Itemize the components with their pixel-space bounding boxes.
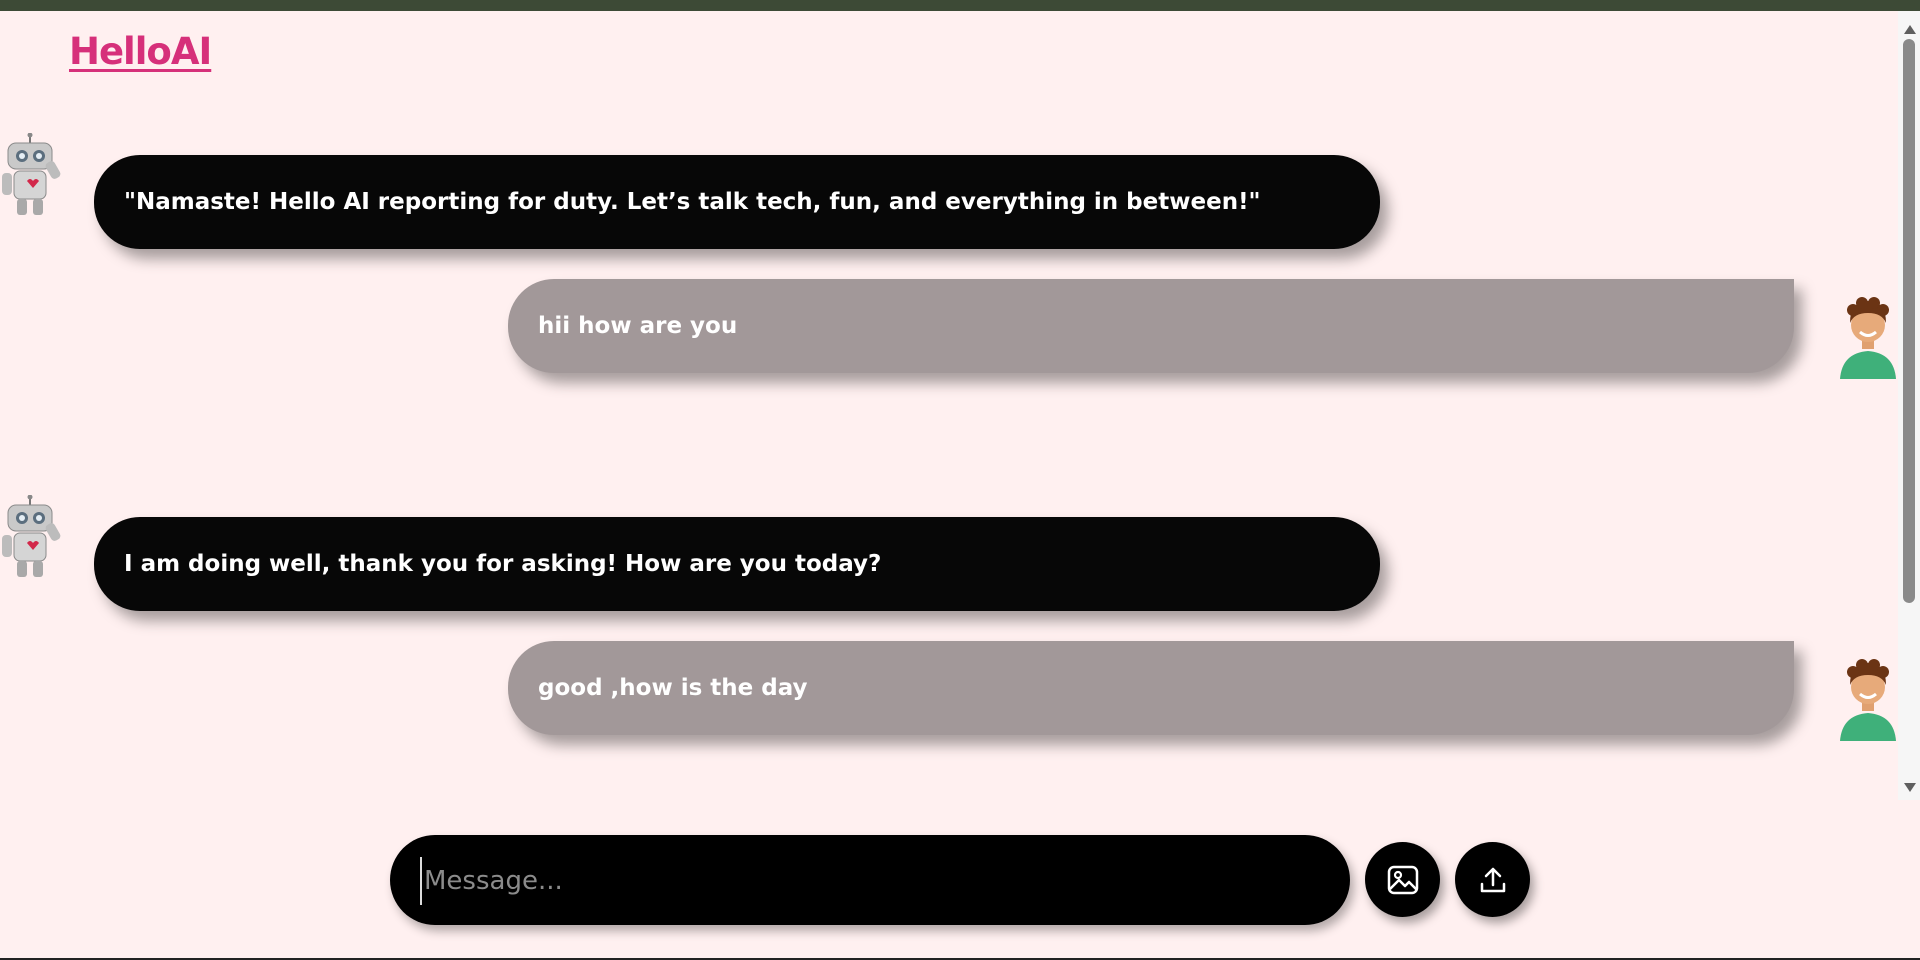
robot-icon: [2, 132, 61, 215]
image-icon: [1387, 865, 1418, 894]
robot-icon: [2, 494, 61, 577]
scroll-up-arrow-icon[interactable]: [1904, 25, 1916, 34]
upload-button[interactable]: [1455, 842, 1530, 917]
user-avatar: [1836, 293, 1898, 379]
chat-area: HelloAI "Namaste! Hello AI reporting for…: [0, 11, 1898, 800]
user-message-bubble: good ,how is the day: [508, 641, 1794, 735]
message-composer: [390, 835, 1350, 925]
upload-icon: [1480, 867, 1505, 892]
window-top-bar: [0, 0, 1920, 11]
user-avatar-icon: [1840, 297, 1896, 379]
chat-scrollbar[interactable]: [1898, 11, 1920, 800]
robot-avatar: [0, 132, 70, 219]
robot-avatar: [0, 494, 70, 581]
scroll-down-arrow-icon[interactable]: [1904, 783, 1916, 792]
user-message-bubble: hii how are you: [508, 279, 1794, 373]
app-logo-link[interactable]: HelloAI: [69, 30, 212, 73]
ai-message-bubble: "Namaste! Hello AI reporting for duty. L…: [94, 155, 1380, 249]
image-button[interactable]: [1365, 842, 1440, 917]
scroll-thumb[interactable]: [1903, 39, 1915, 603]
ai-message-bubble: I am doing well, thank you for asking! H…: [94, 517, 1380, 611]
user-avatar-icon: [1840, 659, 1896, 741]
message-input[interactable]: [420, 857, 1326, 905]
user-avatar: [1836, 655, 1898, 741]
